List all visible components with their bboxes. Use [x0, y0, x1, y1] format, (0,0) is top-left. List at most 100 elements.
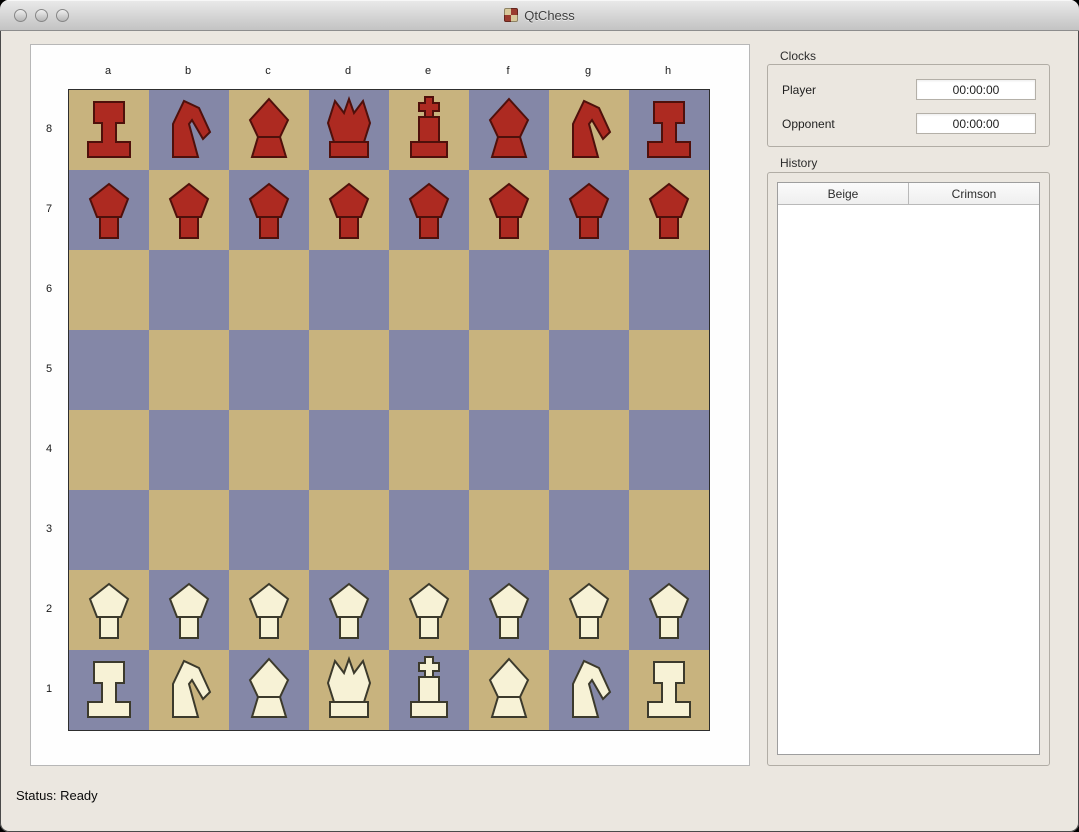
piece-crimson-rook[interactable]	[629, 90, 709, 170]
square-d6[interactable]	[309, 250, 389, 330]
square-g5[interactable]	[549, 330, 629, 410]
piece-beige-pawn[interactable]	[549, 570, 629, 650]
piece-beige-pawn[interactable]	[229, 570, 309, 650]
square-d1[interactable]	[309, 650, 389, 730]
square-f7[interactable]	[469, 170, 549, 250]
piece-beige-pawn[interactable]	[389, 570, 469, 650]
square-a1[interactable]	[69, 650, 149, 730]
piece-crimson-bishop[interactable]	[469, 90, 549, 170]
square-g3[interactable]	[549, 490, 629, 570]
square-a6[interactable]	[69, 250, 149, 330]
square-h7[interactable]	[629, 170, 709, 250]
square-f5[interactable]	[469, 330, 549, 410]
square-d2[interactable]	[309, 570, 389, 650]
square-a4[interactable]	[69, 410, 149, 490]
square-d4[interactable]	[309, 410, 389, 490]
square-g6[interactable]	[549, 250, 629, 330]
piece-crimson-pawn[interactable]	[549, 170, 629, 250]
square-h3[interactable]	[629, 490, 709, 570]
square-c5[interactable]	[229, 330, 309, 410]
square-h2[interactable]	[629, 570, 709, 650]
piece-beige-pawn[interactable]	[469, 570, 549, 650]
square-h4[interactable]	[629, 410, 709, 490]
piece-beige-pawn[interactable]	[149, 570, 229, 650]
piece-crimson-pawn[interactable]	[469, 170, 549, 250]
piece-beige-king[interactable]	[389, 650, 469, 730]
square-a2[interactable]	[69, 570, 149, 650]
square-d7[interactable]	[309, 170, 389, 250]
square-f6[interactable]	[469, 250, 549, 330]
piece-beige-rook[interactable]	[629, 650, 709, 730]
square-c7[interactable]	[229, 170, 309, 250]
square-f1[interactable]	[469, 650, 549, 730]
piece-crimson-pawn[interactable]	[149, 170, 229, 250]
square-e5[interactable]	[389, 330, 469, 410]
history-header-crimson[interactable]: Crimson	[909, 183, 1039, 204]
square-c8[interactable]	[229, 90, 309, 170]
piece-beige-pawn[interactable]	[69, 570, 149, 650]
square-h8[interactable]	[629, 90, 709, 170]
close-button[interactable]	[14, 9, 27, 22]
square-c3[interactable]	[229, 490, 309, 570]
square-f4[interactable]	[469, 410, 549, 490]
history-header-beige[interactable]: Beige	[778, 183, 909, 204]
piece-crimson-knight[interactable]	[549, 90, 629, 170]
piece-beige-pawn[interactable]	[629, 570, 709, 650]
square-a3[interactable]	[69, 490, 149, 570]
piece-beige-queen[interactable]	[309, 650, 389, 730]
square-b4[interactable]	[149, 410, 229, 490]
square-e7[interactable]	[389, 170, 469, 250]
square-f2[interactable]	[469, 570, 549, 650]
square-b3[interactable]	[149, 490, 229, 570]
square-c4[interactable]	[229, 410, 309, 490]
square-h1[interactable]	[629, 650, 709, 730]
piece-crimson-pawn[interactable]	[229, 170, 309, 250]
minimize-button[interactable]	[35, 9, 48, 22]
square-c1[interactable]	[229, 650, 309, 730]
piece-crimson-pawn[interactable]	[389, 170, 469, 250]
piece-beige-pawn[interactable]	[309, 570, 389, 650]
square-c2[interactable]	[229, 570, 309, 650]
player-clock-field[interactable]	[916, 79, 1036, 100]
piece-beige-rook[interactable]	[69, 650, 149, 730]
piece-beige-knight[interactable]	[149, 650, 229, 730]
square-e8[interactable]	[389, 90, 469, 170]
square-b5[interactable]	[149, 330, 229, 410]
piece-crimson-bishop[interactable]	[229, 90, 309, 170]
square-g1[interactable]	[549, 650, 629, 730]
piece-crimson-rook[interactable]	[69, 90, 149, 170]
zoom-button[interactable]	[56, 9, 69, 22]
square-c6[interactable]	[229, 250, 309, 330]
square-e3[interactable]	[389, 490, 469, 570]
square-g7[interactable]	[549, 170, 629, 250]
piece-crimson-queen[interactable]	[309, 90, 389, 170]
square-b8[interactable]	[149, 90, 229, 170]
square-a5[interactable]	[69, 330, 149, 410]
square-h5[interactable]	[629, 330, 709, 410]
piece-crimson-pawn[interactable]	[629, 170, 709, 250]
square-a7[interactable]	[69, 170, 149, 250]
square-f3[interactable]	[469, 490, 549, 570]
square-e1[interactable]	[389, 650, 469, 730]
square-e6[interactable]	[389, 250, 469, 330]
square-e4[interactable]	[389, 410, 469, 490]
square-g4[interactable]	[549, 410, 629, 490]
square-h6[interactable]	[629, 250, 709, 330]
square-d8[interactable]	[309, 90, 389, 170]
piece-crimson-pawn[interactable]	[69, 170, 149, 250]
piece-beige-knight[interactable]	[549, 650, 629, 730]
square-g8[interactable]	[549, 90, 629, 170]
square-g2[interactable]	[549, 570, 629, 650]
opponent-clock-field[interactable]	[916, 113, 1036, 134]
square-d3[interactable]	[309, 490, 389, 570]
square-f8[interactable]	[469, 90, 549, 170]
piece-crimson-king[interactable]	[389, 90, 469, 170]
square-b6[interactable]	[149, 250, 229, 330]
piece-crimson-knight[interactable]	[149, 90, 229, 170]
square-e2[interactable]	[389, 570, 469, 650]
square-d5[interactable]	[309, 330, 389, 410]
piece-beige-bishop[interactable]	[229, 650, 309, 730]
square-b7[interactable]	[149, 170, 229, 250]
square-b2[interactable]	[149, 570, 229, 650]
piece-beige-bishop[interactable]	[469, 650, 549, 730]
